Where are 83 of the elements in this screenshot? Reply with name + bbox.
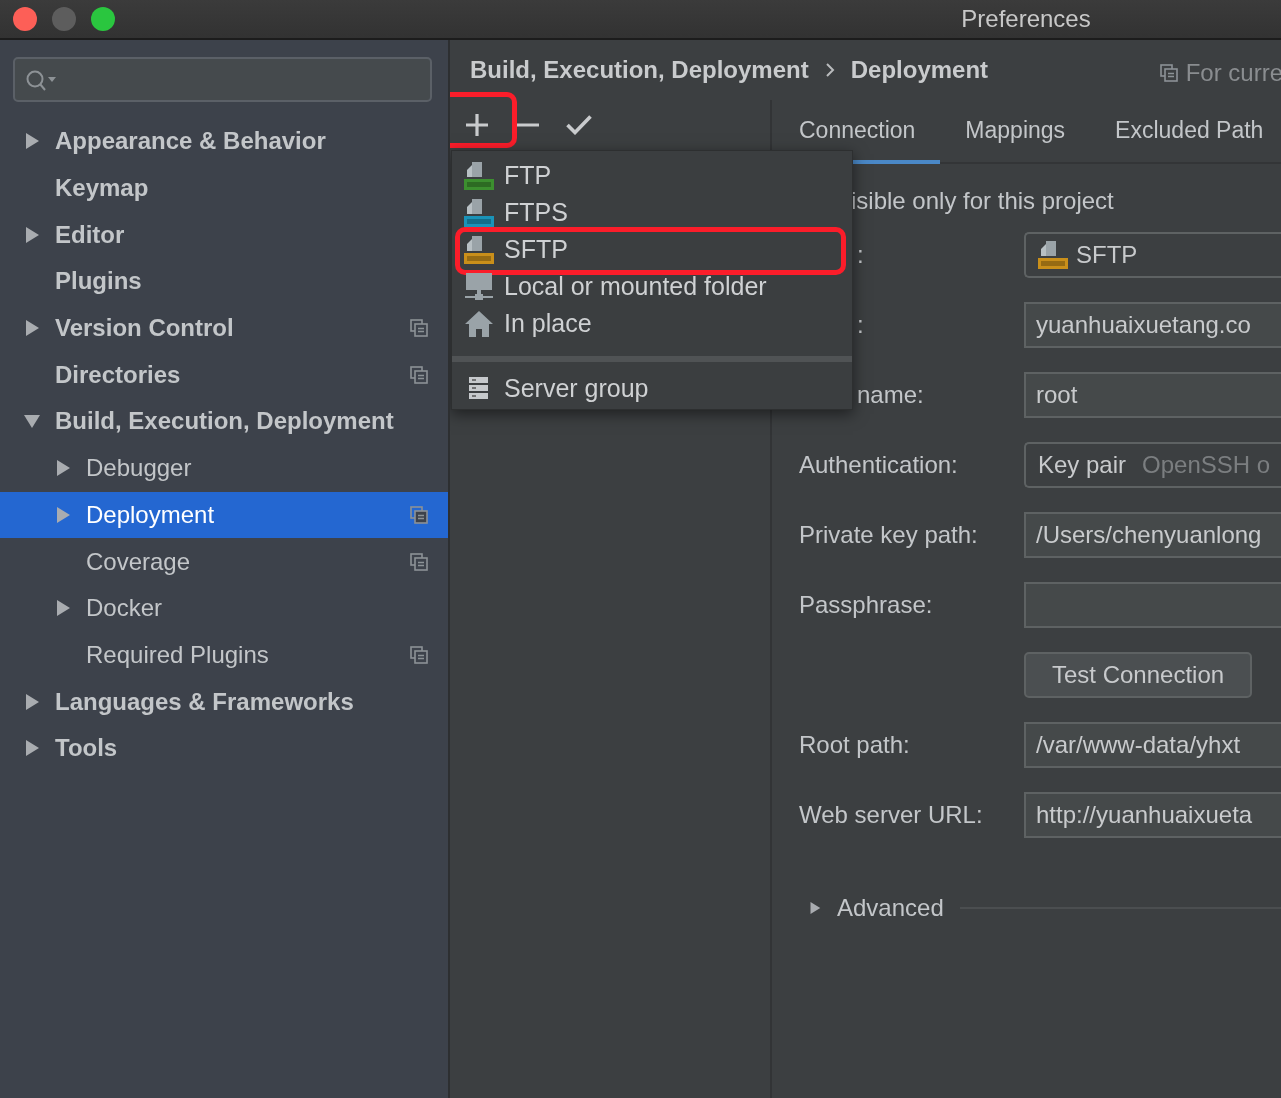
expand-arrow-icon[interactable]: [24, 226, 40, 243]
menu-item[interactable]: Server group: [452, 370, 852, 407]
expand-arrow-icon[interactable]: [24, 133, 40, 150]
tree-item[interactable]: Directories: [0, 351, 448, 399]
tree-item[interactable]: Appearance & Behavior: [0, 118, 448, 165]
input-field[interactable]: /var/www-data/yhxt: [1024, 722, 1281, 768]
tree-item[interactable]: Coverage: [0, 538, 448, 585]
tree-item[interactable]: Tools: [0, 724, 448, 772]
tree-item-label: Deployment: [86, 500, 216, 529]
input-field[interactable]: /Users/chenyuanlong: [1024, 512, 1281, 558]
field-label: Private key path:: [799, 521, 979, 549]
window-title: Preferences: [960, 5, 1092, 33]
breadcrumb-item[interactable]: Deployment: [850, 56, 989, 84]
tab[interactable]: Connection: [774, 100, 941, 164]
expand-arrow-icon[interactable]: [24, 320, 40, 337]
tree-item-label: Docker: [86, 594, 164, 623]
field-label: Root path:: [799, 731, 911, 759]
search-icon[interactable]: [25, 68, 57, 91]
sftp-server-icon: [1038, 240, 1068, 270]
close-button[interactable]: [13, 7, 37, 31]
expand-arrow-icon[interactable]: [24, 740, 40, 757]
tree-item[interactable]: Required Plugins: [0, 631, 448, 679]
tree-item-label: Plugins: [55, 267, 143, 296]
tree-item-label: Tools: [55, 734, 119, 763]
tree-item[interactable]: Editor: [0, 211, 448, 259]
menu-item[interactable]: SFTP: [452, 231, 852, 268]
tree-item-label: Directories: [55, 360, 182, 389]
tree-item-label: Editor: [55, 220, 126, 249]
field-label: Authentication:: [799, 451, 959, 479]
search-field[interactable]: [13, 57, 432, 102]
tree-item[interactable]: Keymap: [0, 164, 448, 212]
tab[interactable]: Excluded Path: [1090, 100, 1281, 164]
test-connection-button[interactable]: Test Connection: [1024, 652, 1253, 698]
zoom-button[interactable]: [91, 7, 115, 31]
input-field[interactable]: http://yuanhuaixueta: [1024, 792, 1281, 838]
home-icon: [464, 308, 494, 339]
dropdown-hint: OpenSSH o: [1142, 451, 1271, 479]
input-field[interactable]: root: [1024, 372, 1281, 418]
tree-item[interactable]: Build, Execution, Deployment: [0, 398, 448, 445]
chevron-right-icon: [824, 63, 835, 77]
tab[interactable]: Mappings: [940, 100, 1091, 164]
plus-icon: [466, 114, 488, 136]
tree-item[interactable]: Version Control: [0, 304, 448, 352]
minus-icon: [517, 123, 539, 127]
tree-item-label: Build, Execution, Deployment: [55, 407, 395, 436]
expand-arrow-icon[interactable]: [24, 693, 40, 710]
expand-arrow-icon[interactable]: [809, 900, 821, 916]
expand-arrow-icon[interactable]: [55, 506, 71, 523]
breadcrumb-item[interactable]: Build, Execution, Deployment: [470, 56, 809, 84]
tree-item-label: Coverage: [86, 547, 192, 576]
collapse-arrow-icon[interactable]: [24, 413, 40, 430]
tree-item-label: Keymap: [55, 174, 150, 203]
dropdown-field[interactable]: SFTP: [1024, 232, 1281, 278]
sftp-server-icon: [464, 234, 494, 265]
check-icon: [566, 115, 592, 135]
copy-icon: [1159, 64, 1178, 82]
field-label: :: [856, 311, 865, 339]
tree-item[interactable]: Deployment: [0, 491, 448, 539]
expand-arrow-icon[interactable]: [55, 600, 71, 617]
menu-item[interactable]: In place: [452, 305, 852, 342]
tree-item[interactable]: Debugger: [0, 444, 448, 492]
network-drive-icon: [464, 271, 494, 302]
tree-item[interactable]: Plugins: [0, 258, 448, 305]
field-label: Web server URL:: [799, 801, 984, 829]
ftps-server-icon: [464, 197, 494, 228]
input-field[interactable]: [1024, 582, 1281, 628]
tree-item-label: Appearance & Behavior: [55, 127, 327, 156]
tree-item-label: Languages & Frameworks: [55, 687, 355, 716]
ftp-server-icon: [464, 160, 494, 191]
menu-item[interactable]: FTPS: [452, 194, 852, 231]
expand-arrow-icon[interactable]: [55, 460, 71, 477]
dropdown-field[interactable]: Key pair OpenSSH o: [1024, 442, 1281, 488]
field-label: name:: [856, 381, 925, 409]
menu-item[interactable]: Local or mounted folder: [452, 268, 852, 305]
tree-item-label: Required Plugins: [86, 640, 270, 669]
field-label: Passphrase:: [799, 591, 934, 619]
input-field[interactable]: yuanhuaixuetang.co: [1024, 302, 1281, 348]
tree-item[interactable]: Docker: [0, 584, 448, 632]
tree-item-label: Version Control: [55, 314, 235, 343]
tree-item[interactable]: Languages & Frameworks: [0, 678, 448, 725]
field-label: :: [856, 241, 865, 269]
tree-item-label: Debugger: [86, 454, 193, 483]
section-toggle[interactable]: Advanced: [837, 894, 944, 922]
